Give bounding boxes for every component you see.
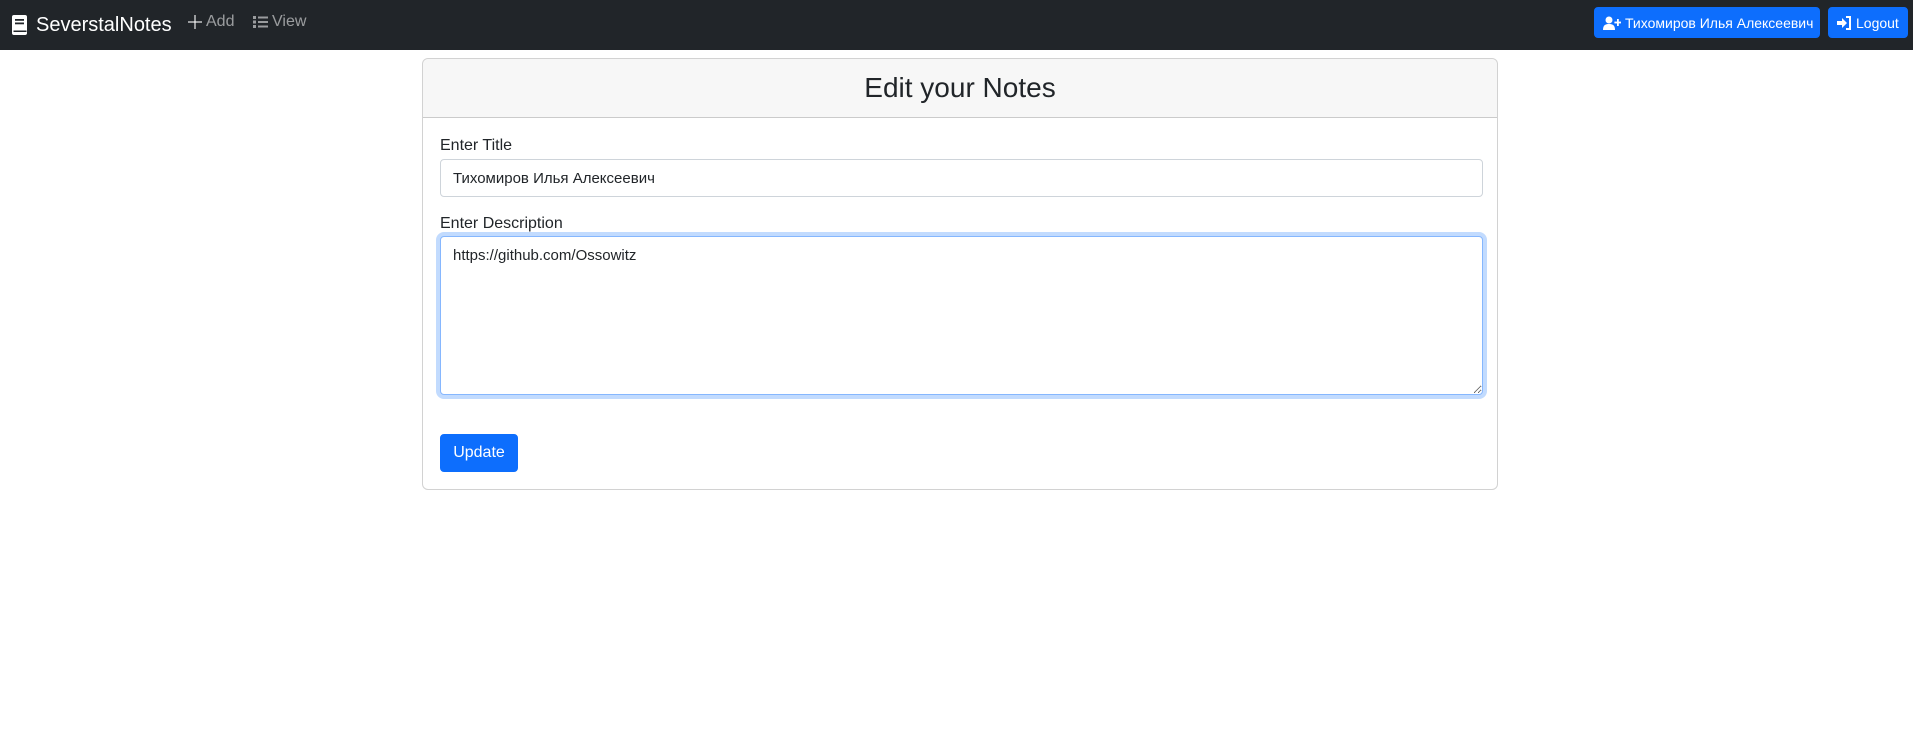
user-plus-icon [1603, 16, 1621, 30]
title-input[interactable] [440, 159, 1483, 197]
card-header: Edit your Notes [423, 59, 1497, 118]
plus-icon [188, 15, 202, 29]
brand-link[interactable]: SeverstalNotes [11, 0, 172, 50]
title-label: Enter Title [440, 137, 513, 154]
user-name-label: Тихомиров Илья Алексеевич [1625, 14, 1814, 31]
book-icon [11, 15, 28, 35]
list-icon [253, 16, 268, 28]
edit-note-card: Edit your Notes Enter Title Enter Descri… [422, 58, 1498, 490]
nav-add-link[interactable]: Add [188, 0, 234, 44]
brand-text: SeverstalNotes [36, 13, 172, 36]
nav-view-label: View [272, 13, 307, 30]
user-profile-button[interactable]: Тихомиров Илья Алексеевич [1594, 7, 1820, 38]
nav-view-link[interactable]: View [253, 0, 306, 44]
page-title: Edit your Notes [864, 72, 1056, 103]
logout-button[interactable]: Logout [1828, 7, 1908, 38]
description-label: Enter Description [440, 215, 563, 232]
sign-in-icon [1837, 15, 1851, 30]
nav-add-label: Add [206, 13, 235, 30]
description-textarea[interactable]: https://github.com/Ossowitz [440, 236, 1483, 395]
update-button[interactable]: Update [440, 434, 518, 472]
navbar: SeverstalNotes Add View Тихомиров Илья А… [0, 0, 1913, 50]
logout-label: Logout [1856, 14, 1899, 31]
